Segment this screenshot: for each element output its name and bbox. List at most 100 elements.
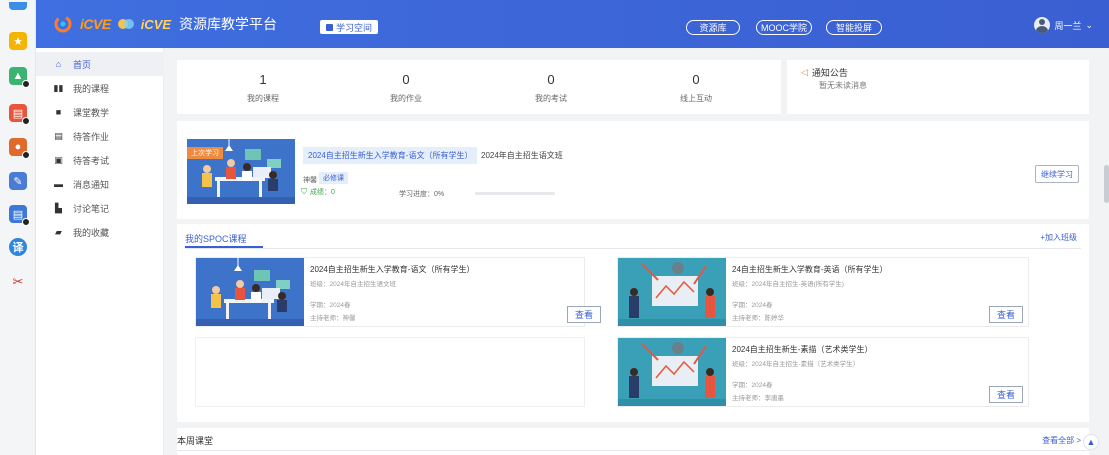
spoc-course-teacher: 主持老师：李唐墨 <box>732 395 784 402</box>
stat-online-interaction[interactable]: 0 线上互动 <box>624 60 768 104</box>
nav-pill-resource[interactable]: 资源库 <box>686 20 740 35</box>
course-cover-image[interactable] <box>196 258 304 326</box>
scissors-app-icon[interactable]: ✂ <box>9 273 27 291</box>
logo-word-primary: iCVE <box>80 16 111 32</box>
spoc-course-teacher: 主持老师：陈婷华 <box>732 315 784 322</box>
study-progress-bar <box>475 192 555 195</box>
upload-fab-button[interactable]: ▲ <box>1083 434 1099 450</box>
sidebar-item-label: 待答作业 <box>73 131 110 142</box>
favorite-icon: ▰ <box>55 226 62 237</box>
last-study-course-title[interactable]: 2024自主招生新生入学教育-语文（所有学生） <box>303 147 478 164</box>
app-launcher: ★ ▲ ▤ ● ✎ ▤ 译 ✂ <box>0 0 36 455</box>
partner-logo-icon <box>117 19 134 29</box>
logo-word-secondary: iCVE <box>140 16 172 32</box>
stat-value: 0 <box>692 72 700 87</box>
last-study-panel: 上次学习 2024自主招生新生入学教育-语文（所有学生） 2024年自主招生语文… <box>177 121 1089 219</box>
sidebar-item-my-course[interactable]: ▮▮ 我的课程 <box>36 76 164 100</box>
top-bar: iCVE iCVE 资源库教学平台 学习空间 资源库 MOOC学院 智能投屏 周… <box>36 0 1109 48</box>
sidebar-item-favorites[interactable]: ▰ 我的收藏 <box>36 220 164 244</box>
shield-icon: ⛉ <box>301 187 307 196</box>
edit-app-icon[interactable]: ✎ <box>9 172 27 190</box>
sidebar-item-label: 课堂教学 <box>73 107 110 118</box>
spoc-course-term: 学期：2024春 <box>732 382 773 389</box>
stats-panel: 1 我的课程 0 我的作业 0 我的考试 0 线上互动 <box>177 60 781 114</box>
home-icon: ⌂ <box>55 59 62 69</box>
sidebar-item-home[interactable]: ⌂ 首页 <box>36 52 164 76</box>
course-cover-image[interactable]: 上次学习 <box>187 139 295 204</box>
last-study-badge: 上次学习 <box>187 147 223 159</box>
sidebar-item-exam[interactable]: ▣ 待答考试 <box>36 148 164 172</box>
sidebar-item-homework[interactable]: ▤ 待答作业 <box>36 124 164 148</box>
message-icon: ▬ <box>54 179 63 189</box>
translate-app-icon[interactable]: 译 <box>9 238 27 256</box>
stat-my-course[interactable]: 1 我的课程 <box>191 60 335 104</box>
sidebar-item-message[interactable]: ▬ 消息通知 <box>36 172 164 196</box>
spoc-course-name[interactable]: 2024自主招生新生入学教育-语文（所有学生） <box>310 264 474 275</box>
notice-empty-text: 暂无未读消息 <box>819 81 867 90</box>
stat-my-exam[interactable]: 0 我的考试 <box>479 60 623 104</box>
view-all-link[interactable]: 查看全部 > <box>1042 435 1081 446</box>
view-course-button[interactable]: 查看 <box>989 386 1023 403</box>
office-app-icon[interactable]: ● <box>9 138 30 159</box>
course-cover-image[interactable] <box>618 258 726 326</box>
stat-label: 我的作业 <box>390 94 422 103</box>
view-course-button[interactable]: 查看 <box>989 306 1023 323</box>
pdf-app-icon[interactable]: ▤ <box>9 104 30 125</box>
icve-logo-icon <box>54 15 72 33</box>
sidebar-item-notes[interactable]: ▙ 讨论笔记 <box>36 196 164 220</box>
spoc-panel: 我的SPOC课程 +加入班级 2024自主招生新生入学教育-语文（所有学生） 班… <box>177 224 1089 422</box>
spoc-course-term: 学期：2024春 <box>310 302 351 309</box>
top-app-icon[interactable] <box>9 2 27 10</box>
classroom-icon: ■ <box>55 107 62 117</box>
sidebar-item-label: 待答考试 <box>73 155 110 166</box>
notice-panel: ◁ 通知公告 暂无未读消息 <box>787 60 1089 114</box>
user-menu[interactable]: 周一兰 ⌄ <box>1034 17 1093 33</box>
spoc-course-class: 班级：2024年自主招生-素描（艺术类学生） <box>732 361 860 368</box>
study-space-icon <box>326 23 333 31</box>
week-class-panel: 本周课堂 查看全部 > <box>177 428 1089 455</box>
stat-label: 我的课程 <box>247 94 279 103</box>
week-class-title: 本周课堂 <box>177 436 214 446</box>
spoc-course-term: 学期：2024春 <box>732 302 773 309</box>
spoc-course-card[interactable]: 2024自主招生新生-素描（艺术类学生） 班级：2024年自主招生-素描（艺术类… <box>617 337 1029 407</box>
tab-my-spoc[interactable]: 我的SPOC课程 <box>185 232 247 245</box>
page-scrollbar[interactable] <box>1104 165 1109 203</box>
stat-my-homework[interactable]: 0 我的作业 <box>334 60 478 104</box>
doc-app-icon[interactable]: ▤ <box>9 205 30 226</box>
tab-divider <box>185 248 1081 249</box>
sidebar-item-classroom[interactable]: ■ 课堂教学 <box>36 100 164 124</box>
study-space-button[interactable]: 学习空间 <box>320 20 379 34</box>
chevron-down-icon: ⌄ <box>1085 19 1093 30</box>
notice-title: 通知公告 <box>811 68 848 78</box>
spoc-course-name[interactable]: 2024自主招生新生-素描（艺术类学生） <box>732 344 872 355</box>
user-name: 周一兰 <box>1054 20 1082 31</box>
study-progress-text: 学习进度：0% <box>399 191 445 198</box>
exam-icon: ▣ <box>54 154 63 165</box>
sidebar-item-label: 消息通知 <box>73 179 110 190</box>
nav-pill-mooc[interactable]: MOOC学院 <box>756 20 812 35</box>
platform-logo[interactable]: iCVE iCVE 资源库教学平台 <box>52 14 277 34</box>
last-study-score: ⛉ 成绩：0 <box>301 187 335 197</box>
continue-study-button[interactable]: 继续学习 <box>1035 165 1079 183</box>
sidebar-item-label: 讨论笔记 <box>73 203 110 214</box>
course-icon: ▮▮ <box>53 82 64 93</box>
join-class-link[interactable]: +加入班级 <box>1040 232 1077 243</box>
spoc-course-card[interactable]: 2024自主招生新生入学教育-语文（所有学生） 班级：2024年自主招生语文班 … <box>195 257 601 327</box>
star-app-icon[interactable]: ★ <box>9 32 27 50</box>
nav-pill-screen[interactable]: 智能投屏 <box>826 20 882 35</box>
spoc-course-card[interactable]: 24自主招生新生入学教育-英语（所有学生） 班级：2024年自主招生-英语(所有… <box>617 257 1029 327</box>
view-course-button[interactable]: 查看 <box>567 306 601 323</box>
sidebar-item-label: 我的收藏 <box>73 227 110 238</box>
score-text: 成绩：0 <box>310 189 335 196</box>
spoc-course-name[interactable]: 24自主招生新生入学教育-英语（所有学生） <box>732 264 888 275</box>
last-study-teacher: 神馨 <box>303 177 317 184</box>
spoc-course-card-placeholder <box>195 337 585 407</box>
notice-header: ◁ 通知公告 <box>801 66 848 79</box>
last-study-class-name: 2024年自主招生语文班 <box>481 151 563 160</box>
divider <box>177 450 1089 451</box>
platform-title: 资源库教学平台 <box>179 16 278 32</box>
photo-app-icon[interactable]: ▲ <box>9 67 30 88</box>
spoc-course-class: 班级：2024年自主招生-英语(所有学生) <box>732 281 844 288</box>
avatar <box>1034 17 1051 33</box>
course-cover-image[interactable] <box>618 338 726 406</box>
